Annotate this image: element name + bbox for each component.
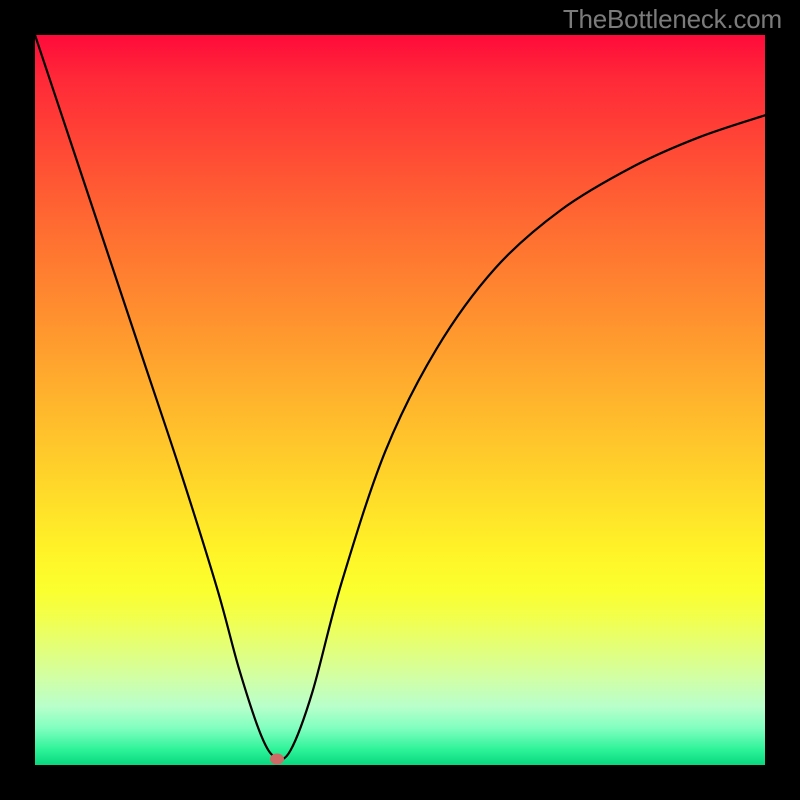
curve-path: [35, 35, 765, 759]
bottleneck-curve: [35, 35, 765, 765]
chart-frame: TheBottleneck.com: [0, 0, 800, 800]
watermark-text: TheBottleneck.com: [563, 4, 782, 35]
minimum-marker: [270, 754, 284, 765]
plot-area: [35, 35, 765, 765]
